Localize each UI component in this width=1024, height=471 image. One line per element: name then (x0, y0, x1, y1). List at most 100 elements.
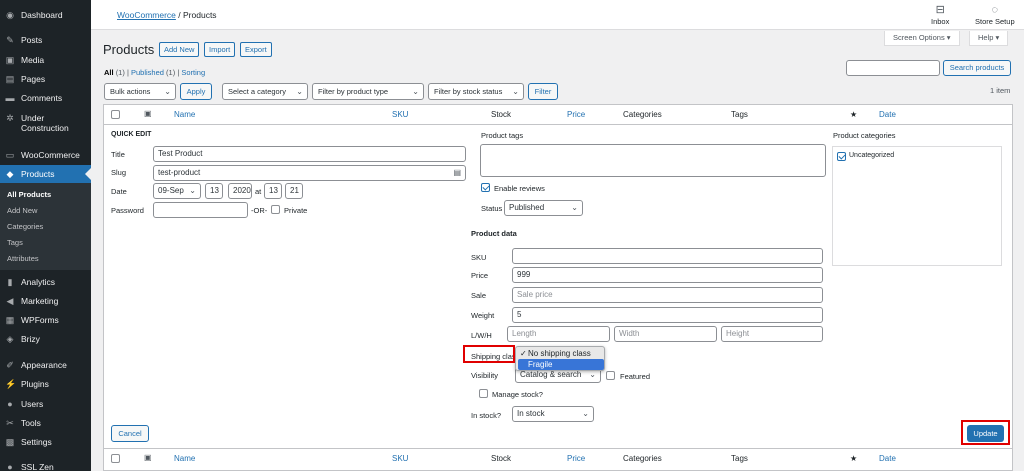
shipping-option-none[interactable]: ✓ No shipping class (518, 348, 604, 359)
sidebar-item-wpforms[interactable]: ▦ WPForms (0, 311, 91, 329)
column-price[interactable]: Price (567, 454, 585, 463)
apply-button[interactable]: Apply (180, 83, 212, 100)
password-input[interactable] (153, 202, 248, 218)
sidebar-item-dashboard[interactable]: ◉ Dashboard (0, 6, 91, 24)
uncategorized-label: Uncategorized (849, 152, 895, 159)
enable-reviews-checkbox[interactable] (481, 183, 490, 192)
help-button[interactable]: Help ▾ (969, 31, 1009, 46)
export-button[interactable]: Export (240, 42, 272, 57)
sidebar-item-users[interactable]: ● Users (0, 395, 91, 413)
breadcrumb-separator: / (178, 10, 181, 20)
stock-status-select[interactable]: In stock ⌄ (512, 406, 594, 422)
select-all-checkbox[interactable] (111, 110, 120, 119)
category-select[interactable]: Select a category ⌄ (222, 83, 308, 100)
submenu-add-new[interactable]: Add New (7, 206, 37, 215)
featured-star-icon[interactable]: ★ (850, 454, 857, 463)
submenu-categories[interactable]: Categories (7, 222, 43, 231)
price-input[interactable]: 999 (512, 267, 823, 283)
sidebar-item-comments[interactable]: ▬ Comments (0, 89, 91, 107)
sidebar-item-ssl-zen[interactable]: ● SSL Zen (0, 458, 91, 471)
view-all[interactable]: All (104, 68, 114, 77)
woocommerce-icon: ▭ (5, 150, 15, 160)
width-input[interactable]: Width (614, 326, 717, 342)
add-new-button[interactable]: Add New (159, 42, 200, 57)
sku-input[interactable] (512, 248, 823, 264)
slug-input[interactable]: test-product ▤ (153, 165, 466, 181)
product-type-select[interactable]: Filter by product type ⌄ (312, 83, 424, 100)
sidebar-item-under-construction[interactable]: ✲ Under Construction (0, 110, 91, 136)
sidebar-item-posts[interactable]: ✎ Posts (0, 31, 91, 49)
hour-input[interactable]: 13 (264, 183, 282, 199)
sidebar-item-pages[interactable]: ▤ Pages (0, 70, 91, 88)
sidebar-item-settings[interactable]: ▩ Settings (0, 433, 91, 451)
manage-stock-checkbox[interactable] (479, 389, 488, 398)
filter-button[interactable]: Filter (528, 83, 558, 100)
store-setup-button[interactable]: ◌ Store Setup (975, 4, 1015, 26)
column-categories: Categories (623, 110, 662, 119)
weight-input[interactable]: 5 (512, 307, 823, 323)
submenu-attributes[interactable]: Attributes (7, 254, 39, 263)
breadcrumb-woocommerce-link[interactable]: WooCommerce (117, 10, 176, 20)
submenu-all-products[interactable]: All Products (7, 190, 51, 199)
view-sorting[interactable]: Sorting (181, 68, 205, 77)
date-label: Date (111, 187, 127, 196)
column-name[interactable]: Name (174, 454, 195, 463)
product-tags-textarea[interactable] (480, 144, 826, 177)
sidebar-item-products[interactable]: ◆ Products (0, 165, 91, 183)
chevron-down-icon: ⌄ (164, 87, 171, 96)
submenu-tags[interactable]: Tags (7, 238, 23, 247)
year-input[interactable]: 2020 (228, 183, 252, 199)
sidebar-item-tools[interactable]: ✂ Tools (0, 414, 91, 432)
private-checkbox[interactable] (271, 205, 280, 214)
uncategorized-checkbox[interactable] (837, 152, 846, 161)
select-all-checkbox-bottom[interactable] (111, 454, 120, 463)
column-name[interactable]: Name (174, 110, 195, 119)
inbox-button[interactable]: ⊟ Inbox (931, 4, 949, 26)
column-stock: Stock (491, 110, 512, 119)
title-input[interactable]: Test Product (153, 146, 466, 162)
view-published[interactable]: Published (131, 68, 164, 77)
stock-status-select[interactable]: Filter by stock status ⌄ (428, 83, 524, 100)
column-sku[interactable]: SKU (392, 110, 408, 119)
sidebar-item-analytics[interactable]: ▮ Analytics (0, 273, 91, 291)
column-sku[interactable]: SKU (392, 454, 408, 463)
title-label: Title (111, 150, 125, 159)
password-label: Password (111, 206, 144, 215)
sidebar-item-marketing[interactable]: ◀ Marketing (0, 292, 91, 310)
table-footer: ▣ Name SKU Stock Price Categories Tags ★… (104, 448, 1012, 468)
media-icon: ▣ (5, 55, 15, 65)
column-tags: Tags (731, 110, 748, 119)
categories-checklist: Uncategorized (832, 146, 1002, 266)
bulk-actions-select[interactable]: Bulk actions ⌄ (104, 83, 176, 100)
sidebar-item-woocommerce[interactable]: ▭ WooCommerce (0, 146, 91, 164)
minute-input[interactable]: 21 (285, 183, 303, 199)
sidebar-item-appearance[interactable]: ✐ Appearance (0, 356, 91, 374)
column-date[interactable]: Date (879, 454, 896, 463)
search-input[interactable] (846, 60, 940, 76)
analytics-icon: ▮ (7, 277, 13, 287)
search-products-button[interactable]: Search products (943, 60, 1011, 76)
shipping-option-fragile[interactable]: Fragile (518, 359, 604, 370)
ssl-icon: ● (7, 462, 13, 471)
shipping-class-highlight (463, 345, 515, 363)
height-input[interactable]: Height (721, 326, 823, 342)
featured-star-icon[interactable]: ★ (850, 110, 857, 119)
import-button[interactable]: Import (204, 42, 236, 57)
column-price[interactable]: Price (567, 110, 585, 119)
featured-checkbox[interactable] (606, 371, 615, 380)
month-select[interactable]: 09-Sep ⌄ (153, 183, 201, 199)
update-button[interactable]: Update (967, 425, 1004, 442)
screen-options-button[interactable]: Screen Options ▾ (884, 31, 960, 46)
sidebar-item-media[interactable]: ▣ Media (0, 51, 91, 69)
status-select[interactable]: Published ⌄ (504, 200, 583, 216)
length-input[interactable]: Length (507, 326, 610, 342)
day-input[interactable]: 13 (205, 183, 223, 199)
shipping-class-dropdown[interactable]: ✓ No shipping class Fragile (515, 346, 605, 371)
column-date[interactable]: Date (879, 110, 896, 119)
sidebar-item-brizy[interactable]: ◈ Brizy (0, 330, 91, 348)
admin-sidebar: ◉ Dashboard ✎ Posts ▣ Media ▤ Pages ▬ Comment… (0, 0, 91, 471)
sidebar-item-plugins[interactable]: ⚡ Plugins (0, 375, 91, 393)
cancel-button[interactable]: Cancel (111, 425, 149, 442)
sale-price-input[interactable]: Sale price (512, 287, 823, 303)
woocommerce-header: WooCommerce / Products ⊟ Inbox ◌ Store Set… (91, 0, 1024, 30)
